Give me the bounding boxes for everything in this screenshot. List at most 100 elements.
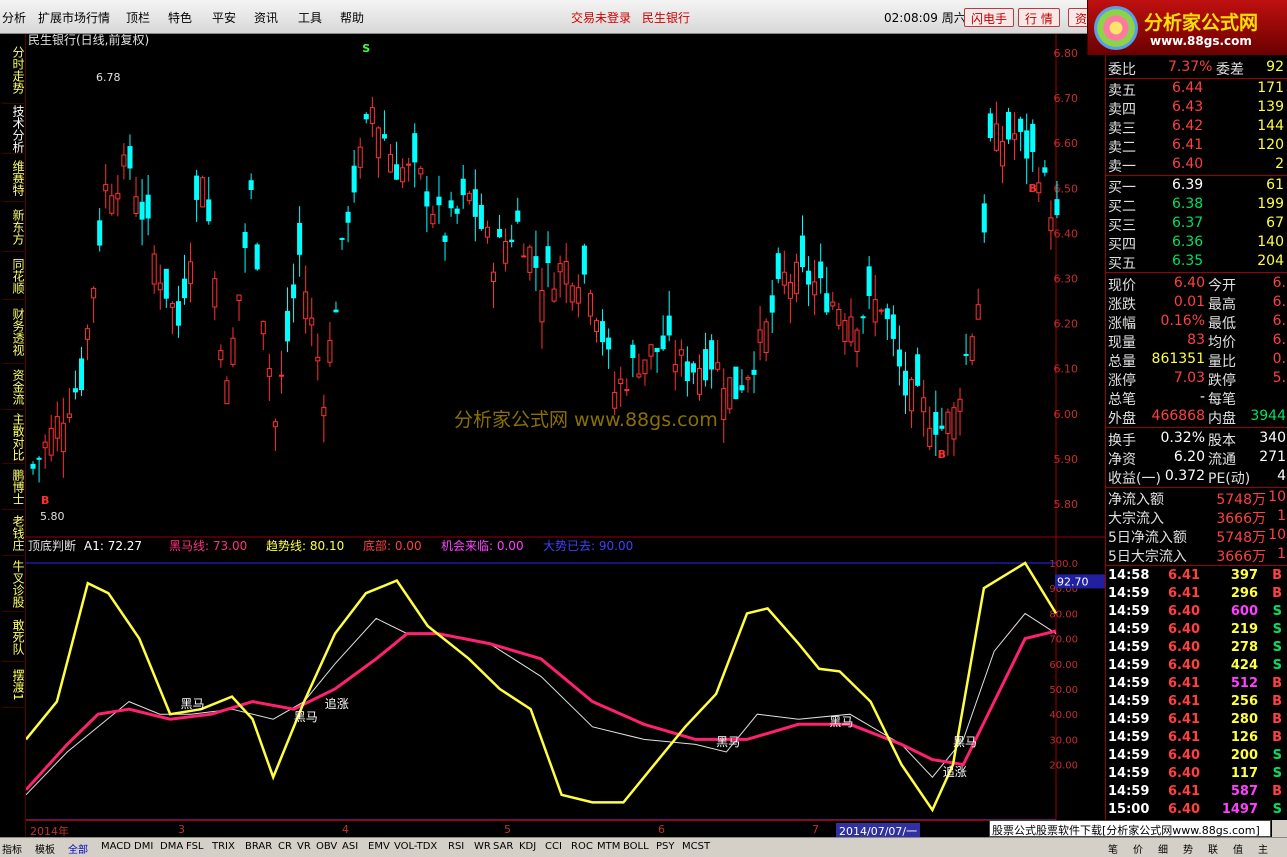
candle-body [787,282,793,299]
ask-row-4[interactable]: 卖一 6.40 2 [1106,155,1287,175]
detail-tab-2[interactable]: 细 [1158,841,1168,856]
candle-body [545,246,551,264]
indicator-tab-psy[interactable]: PSY [656,841,675,852]
left-tab-12[interactable]: 摆渡1 [2,662,25,708]
indicator-tab-mtm[interactable]: MTM [597,841,620,852]
candle-body [466,192,472,202]
detail-tab-1[interactable]: 价 [1133,841,1143,856]
candle-body [48,427,54,456]
left-tab-10[interactable]: 牛叉诊股 [2,556,25,612]
left-tab-0[interactable]: 分时走势 [2,36,25,104]
date-label: 6 [658,823,665,836]
candle-body [860,316,866,319]
indicator-tab-sar[interactable]: SAR [493,841,513,852]
indicator-tab-kdj[interactable]: KDJ [519,841,536,852]
menu-item-analysis[interactable]: 分析 [2,9,26,26]
menu-item-special[interactable]: 特色 [168,9,192,26]
candle-body [345,211,351,223]
candle-body [1036,182,1042,194]
candle-body [630,344,636,358]
menu-item-extended-market[interactable]: 扩展市场行情 [38,9,110,26]
bid-row-1[interactable]: 买二 6.38 199 [1106,195,1287,215]
candle-body [896,349,902,367]
left-tab-1[interactable]: 技术分析 [2,104,25,154]
left-tab-9[interactable]: 老钱庄 [2,510,25,556]
flash-trade-button[interactable]: 闪电手 [964,8,1015,27]
indicator-tab-cr[interactable]: CR [278,841,292,852]
menu-item-help[interactable]: 帮助 [340,9,364,26]
indicator-tab-obv[interactable]: OBV [316,841,337,852]
candle-body [678,349,684,356]
date-label: 4 [342,823,349,836]
fundamental-label: 净资 [1108,452,1136,468]
indicator-tab-dmi[interactable]: DMI [134,841,153,852]
candle-body [769,295,775,313]
fundamental-row-0: 换手 0.32% 股本 340 [1106,429,1287,449]
indicator-axis-tick: 50.00 [1049,685,1078,696]
candle-body [915,354,921,386]
ask-row-0[interactable]: 卖五 6.44 171 [1106,79,1287,99]
menu-item-tools[interactable]: 工具 [298,9,322,26]
bid-row-4[interactable]: 买五 6.35 204 [1106,252,1287,272]
left-tab-5[interactable]: 财务透视 [2,300,25,364]
indicator-tab-wr[interactable]: WR [474,841,491,852]
indicator-tab-cci[interactable]: CCI [545,841,562,852]
detail-tab-4[interactable]: 联 [1208,841,1218,856]
bid-row-0[interactable]: 买一 6.39 61 [1106,176,1287,196]
menu-item-topbar[interactable]: 顶栏 [126,9,150,26]
left-tab-4[interactable]: 同花顺 [2,252,25,300]
bid-row-2[interactable]: 买三 6.37 67 [1106,214,1287,234]
left-tab-7[interactable]: 主散对比 [2,410,25,464]
ask-row-3[interactable]: 卖二 6.41 120 [1106,136,1287,156]
chart-area[interactable]: 民生银行(日线,前复权)6.806.706.606.506.406.306.20… [26,34,1105,820]
tick-price: 6.40 [1168,658,1201,673]
indicator-tab-fsl[interactable]: FSL [186,841,204,852]
tick-volume: 600 [1230,604,1258,619]
candle-body [442,235,448,242]
indicator-tab-dma[interactable]: DMA [160,841,183,852]
left-tab-2[interactable]: 维赛特 [2,154,25,202]
indicator-tab-boll[interactable]: BOLL [623,841,649,852]
detail-tab-0[interactable]: 笔 [1108,841,1118,856]
stat-value: - [1199,389,1205,405]
scrollbar-corner[interactable] [1272,820,1287,837]
indicator-tab-vr[interactable]: VR [297,841,311,852]
indicator-tab-emv[interactable]: EMV [368,841,390,852]
bid-row-3[interactable]: 买四 6.36 140 [1106,233,1287,253]
quote-button[interactable]: 行 情 [1018,8,1060,27]
indicator-tab-模板[interactable]: 模板 [35,841,55,856]
ask-row-2[interactable]: 卖三 6.42 144 [1106,117,1287,137]
ask-row-1-volume: 139 [1257,99,1284,115]
indicator-tab-全部[interactable]: 全部 [68,841,88,856]
ask-row-4-volume: 2 [1275,156,1284,172]
indicator-tab-macd[interactable]: MACD [101,841,131,852]
svg-text:92.70: 92.70 [1057,575,1089,588]
indicator-tab-trix[interactable]: TRIX [212,841,235,852]
ask-row-1-price: 6.43 [1172,99,1204,115]
stat-row-5: 涨停 7.03 跌停 5. [1106,369,1287,389]
indicator-tab-vol-tdx[interactable]: VOL-TDX [394,841,437,852]
detail-tab-5[interactable]: 值 [1233,841,1243,856]
ask-row-1[interactable]: 卖四 6.43 139 [1106,98,1287,118]
menu-item-news[interactable]: 资讯 [254,9,278,26]
login-status[interactable]: 交易未登录 [571,9,631,26]
left-tab-3[interactable]: 新东方 [2,202,25,252]
menu-item-pingan[interactable]: 平安 [212,9,236,26]
indicator-tab-rsi[interactable]: RSI [448,841,464,852]
candle-body [557,263,563,273]
detail-tab-6[interactable]: 主 [1258,841,1268,856]
indicator-tab-roc[interactable]: ROC [571,841,593,852]
indicator-tab-asi[interactable]: ASI [342,841,358,852]
ad-banner[interactable]: 股票公式股票软件下载[分析家公式网www.88gs.com] [989,820,1271,837]
candle-body [333,309,339,313]
left-tab-6[interactable]: 资金流 [2,364,25,410]
indicator-tab-mcst[interactable]: MCST [682,841,710,852]
candle-body [327,339,333,363]
left-tab-11[interactable]: 敢死队 [2,612,25,662]
bid-row-4-price: 6.35 [1172,253,1204,269]
indicator-tab-指标[interactable]: 指标 [2,841,22,856]
indicator-tab-brar[interactable]: BRAR [245,841,272,852]
detail-tab-3[interactable]: 势 [1183,841,1193,856]
left-tab-8[interactable]: 鹏博士 [2,464,25,510]
indicator-value-3: 底部: 0.00 [363,538,422,553]
